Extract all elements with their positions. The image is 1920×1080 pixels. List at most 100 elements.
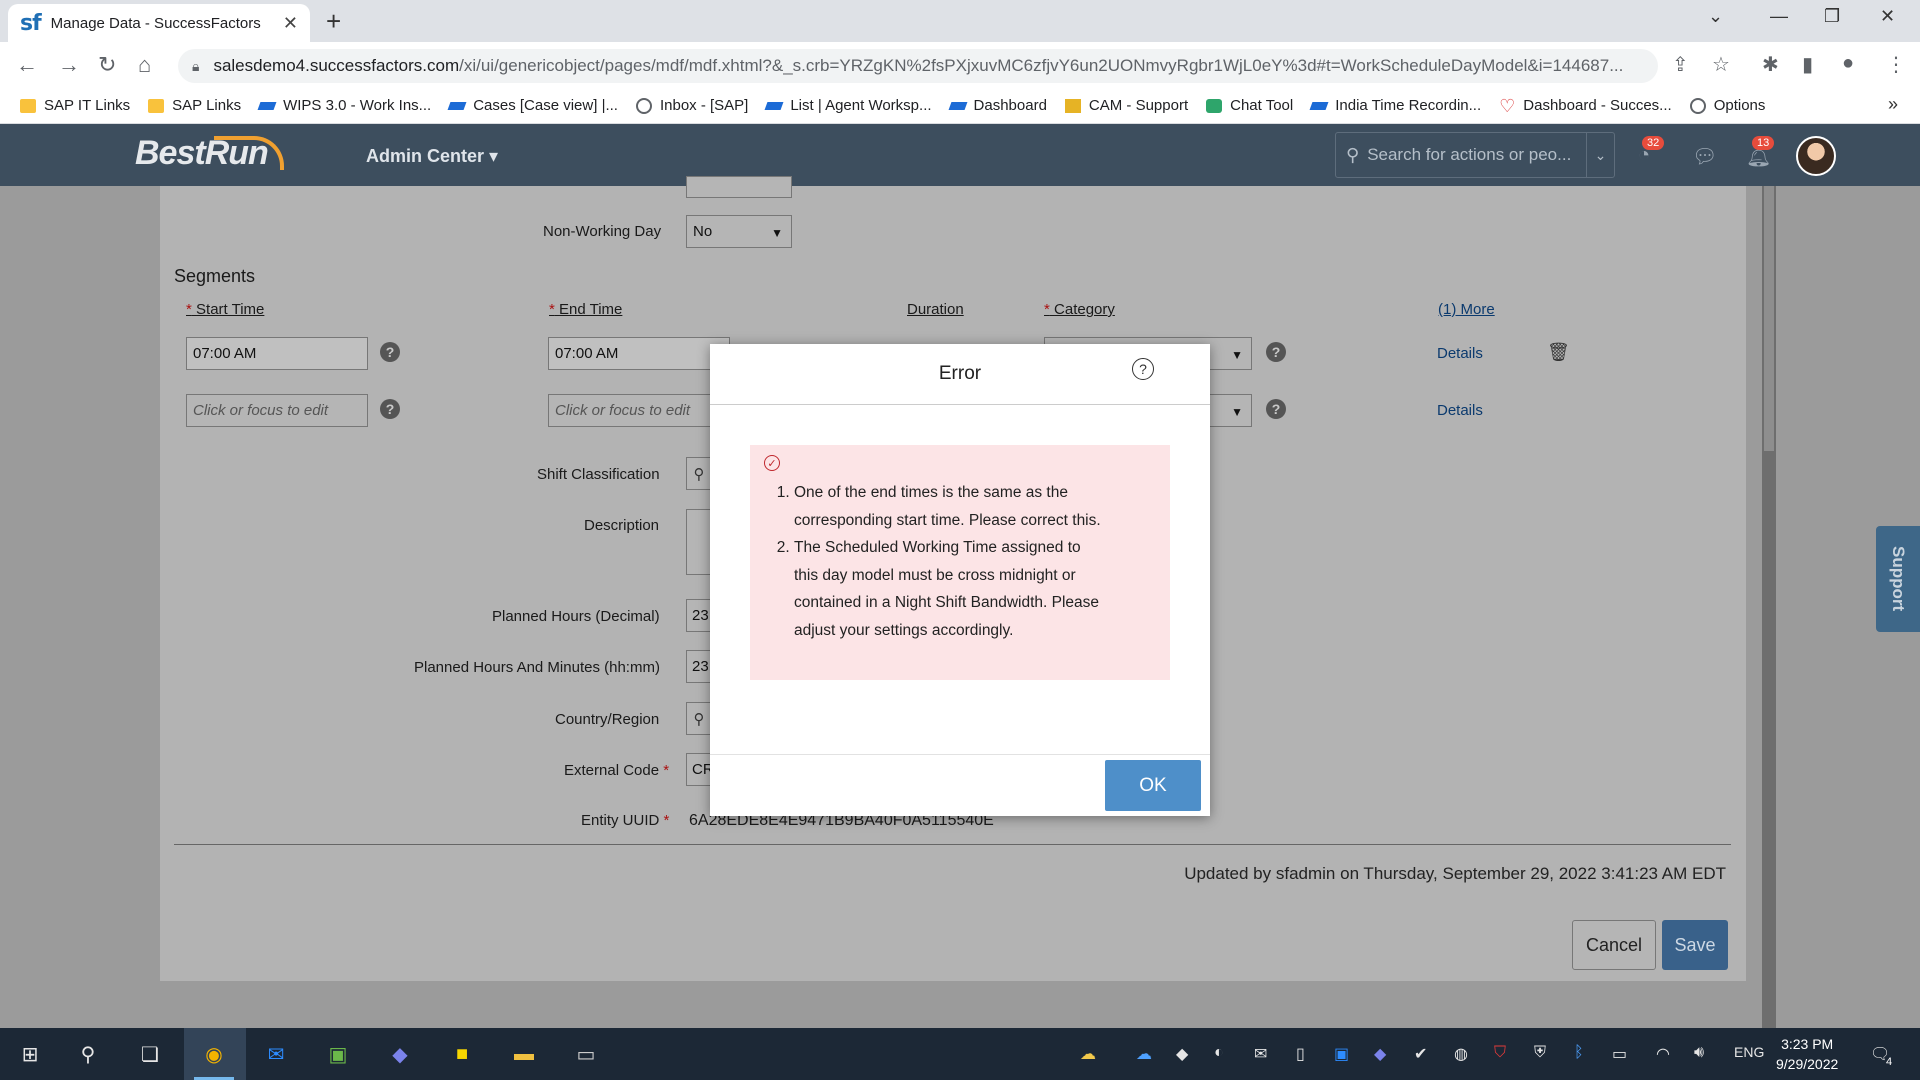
bookmark-item[interactable]: Dashboard bbox=[948, 97, 1047, 114]
weather-icon[interactable]: ☁ bbox=[1080, 1044, 1096, 1064]
bookmark-item[interactable]: Cases [Case view] |... bbox=[447, 97, 618, 114]
volume-icon[interactable]: 🔊︎ bbox=[1694, 1044, 1704, 1062]
help-icon[interactable]: ? bbox=[1266, 342, 1286, 362]
wifi-icon[interactable]: ◠ bbox=[1656, 1044, 1670, 1064]
bookmark-item[interactable]: Inbox - [SAP] bbox=[635, 97, 748, 114]
bookmark-star-icon[interactable]: ☆ bbox=[1712, 52, 1730, 77]
teams-icon[interactable]: ◆ bbox=[386, 1040, 414, 1068]
bookmark-item[interactable]: SAP IT Links bbox=[20, 97, 130, 114]
description-textarea[interactable] bbox=[686, 509, 712, 575]
bookmark-item[interactable]: CAM - Support bbox=[1064, 97, 1188, 114]
file-explorer-icon[interactable]: ▬ bbox=[510, 1040, 538, 1068]
error-message-box: ✓ One of the end times is the same as th… bbox=[750, 445, 1170, 680]
bookmark-item[interactable]: List | Agent Worksp... bbox=[764, 97, 932, 114]
profile-icon[interactable]: ● bbox=[1842, 52, 1854, 75]
details-link-2[interactable]: Details bbox=[1437, 402, 1483, 419]
start-time-input-1[interactable]: 07:00 AM bbox=[186, 337, 368, 370]
divider bbox=[174, 844, 1731, 845]
extensions-icon[interactable]: ✱ bbox=[1762, 52, 1779, 77]
mail-icon[interactable]: ✉ bbox=[1254, 1044, 1267, 1064]
battery-icon[interactable]: ▭ bbox=[1612, 1044, 1627, 1064]
bookmark-item[interactable]: SAP Links bbox=[148, 97, 241, 114]
planned-hours-hhmm-field[interactable]: 23: bbox=[686, 650, 713, 683]
terminal-icon[interactable]: ▭ bbox=[572, 1040, 600, 1068]
chrome-icon[interactable]: ◉ bbox=[200, 1040, 228, 1068]
minimize-icon[interactable]: — bbox=[1770, 6, 1788, 27]
browser-tab[interactable]: sf Manage Data - SuccessFactors ✕ bbox=[8, 4, 310, 42]
ok-button[interactable]: OK bbox=[1105, 760, 1201, 811]
bookmark-item[interactable]: WIPS 3.0 - Work Ins... bbox=[257, 97, 431, 114]
language-indicator[interactable]: ENG bbox=[1734, 1044, 1764, 1060]
teams-tray-icon[interactable]: ◆ bbox=[1374, 1044, 1386, 1064]
dialog-help-icon[interactable]: ? bbox=[1132, 358, 1154, 380]
external-code-field[interactable]: CR bbox=[686, 753, 714, 786]
end-time-input-1[interactable]: 07:00 AM bbox=[548, 337, 730, 370]
planned-hours-decimal-field[interactable]: 23. bbox=[686, 599, 713, 632]
search-input[interactable]: Search for actions or peo... bbox=[1367, 145, 1586, 165]
app-icon[interactable]: ▣ bbox=[324, 1040, 352, 1068]
tab-search-icon[interactable]: ⌄ bbox=[1708, 6, 1723, 27]
help-icon[interactable]: ? bbox=[1266, 399, 1286, 419]
side-panel-icon[interactable]: ▮ bbox=[1802, 52, 1813, 77]
col-end-time[interactable]: * End Time bbox=[549, 301, 622, 318]
col-more[interactable]: (1) More bbox=[1438, 301, 1495, 318]
network-globe-icon[interactable]: ◍ bbox=[1454, 1044, 1468, 1064]
trash-icon[interactable]: 🗑︎ bbox=[1547, 342, 1570, 363]
col-duration[interactable]: Duration bbox=[907, 301, 964, 318]
end-time-input-2[interactable]: Click or focus to edit bbox=[548, 394, 730, 427]
tab-close-icon[interactable]: ✕ bbox=[283, 13, 298, 34]
defender-icon[interactable]: ⛨ bbox=[1534, 1044, 1546, 1062]
home-icon[interactable]: ⌂ bbox=[138, 52, 151, 78]
outlook-tray-icon[interactable]: ▣ bbox=[1334, 1044, 1349, 1064]
onedrive-icon[interactable]: ☁ bbox=[1136, 1044, 1152, 1064]
windows-start-icon[interactable]: ⊞ bbox=[16, 1040, 44, 1068]
admin-center-menu[interactable]: Admin Center ▾ bbox=[366, 146, 498, 167]
shift-classification-label: Shift Classification bbox=[537, 466, 660, 483]
search-dropdown-icon[interactable]: ⌄ bbox=[1586, 133, 1614, 177]
bookmarks-more-icon[interactable]: » bbox=[1888, 94, 1898, 115]
search-icon[interactable]: ⚲ bbox=[74, 1040, 102, 1068]
usb-icon[interactable]: ▯ bbox=[1296, 1044, 1305, 1064]
mcafee-icon[interactable]: ⛉ bbox=[1494, 1044, 1506, 1062]
col-start-time[interactable]: * Start Time bbox=[186, 301, 264, 318]
checkmark-icon[interactable]: ✔ bbox=[1414, 1044, 1427, 1064]
folder-icon bbox=[20, 98, 36, 113]
new-tab-icon[interactable]: + bbox=[326, 6, 341, 37]
cancel-button[interactable]: Cancel bbox=[1572, 920, 1656, 970]
bookmark-item[interactable]: ♡ Dashboard - Succes... bbox=[1499, 97, 1672, 115]
back-icon[interactable]: ← bbox=[16, 52, 38, 78]
details-link-1[interactable]: Details bbox=[1437, 345, 1483, 362]
taskbar-clock[interactable]: 3:23 PM 9/29/2022 bbox=[1776, 1034, 1838, 1074]
menu-kebab-icon[interactable]: ⋮ bbox=[1886, 52, 1906, 77]
address-bar[interactable]: 🔒︎ salesdemo4.successfactors.com/xi/ui/g… bbox=[178, 49, 1658, 83]
avatar[interactable] bbox=[1796, 136, 1836, 176]
task-view-icon[interactable]: ❏ bbox=[136, 1040, 164, 1068]
cross-midnight-field[interactable] bbox=[686, 176, 792, 198]
restore-icon[interactable]: ❐ bbox=[1824, 6, 1840, 27]
bluetooth-icon[interactable]: ᛒ bbox=[1574, 1044, 1584, 1062]
tray-icon[interactable]: ◆ bbox=[1176, 1044, 1188, 1064]
support-tab[interactable]: Support bbox=[1876, 526, 1920, 632]
global-search[interactable]: ⚲ Search for actions or peo... ⌄ bbox=[1335, 132, 1615, 178]
chat-bubble-icon[interactable]: 💬︎ bbox=[1692, 144, 1717, 169]
sticky-notes-icon[interactable]: ■ bbox=[448, 1040, 476, 1068]
cam-icon bbox=[1064, 98, 1081, 113]
non-working-day-select[interactable]: No ▼ bbox=[686, 215, 792, 248]
forward-icon[interactable]: → bbox=[58, 52, 80, 78]
bookmark-item[interactable]: Chat Tool bbox=[1206, 97, 1293, 114]
bookmark-item[interactable]: India Time Recordin... bbox=[1309, 97, 1481, 114]
share-icon[interactable]: ⇪ bbox=[1672, 52, 1689, 77]
col-category[interactable]: * Category bbox=[1044, 301, 1115, 318]
help-icon[interactable]: ? bbox=[380, 342, 400, 362]
start-time-input-2[interactable]: Click or focus to edit bbox=[186, 394, 368, 427]
search-icon[interactable]: ⚲ bbox=[686, 702, 712, 735]
reload-icon[interactable]: ↻ bbox=[98, 52, 116, 78]
outlook-icon[interactable]: ✉ bbox=[262, 1040, 290, 1068]
page-scrollbar-thumb[interactable] bbox=[1764, 186, 1774, 451]
help-icon[interactable]: ? bbox=[380, 399, 400, 419]
bookmark-item[interactable]: Options bbox=[1689, 97, 1765, 114]
search-icon[interactable]: ⚲ bbox=[686, 457, 712, 490]
tray-icon[interactable]: ◐ bbox=[1214, 1044, 1224, 1062]
save-button[interactable]: Save bbox=[1662, 920, 1728, 970]
window-close-icon[interactable]: ✕ bbox=[1880, 6, 1895, 27]
